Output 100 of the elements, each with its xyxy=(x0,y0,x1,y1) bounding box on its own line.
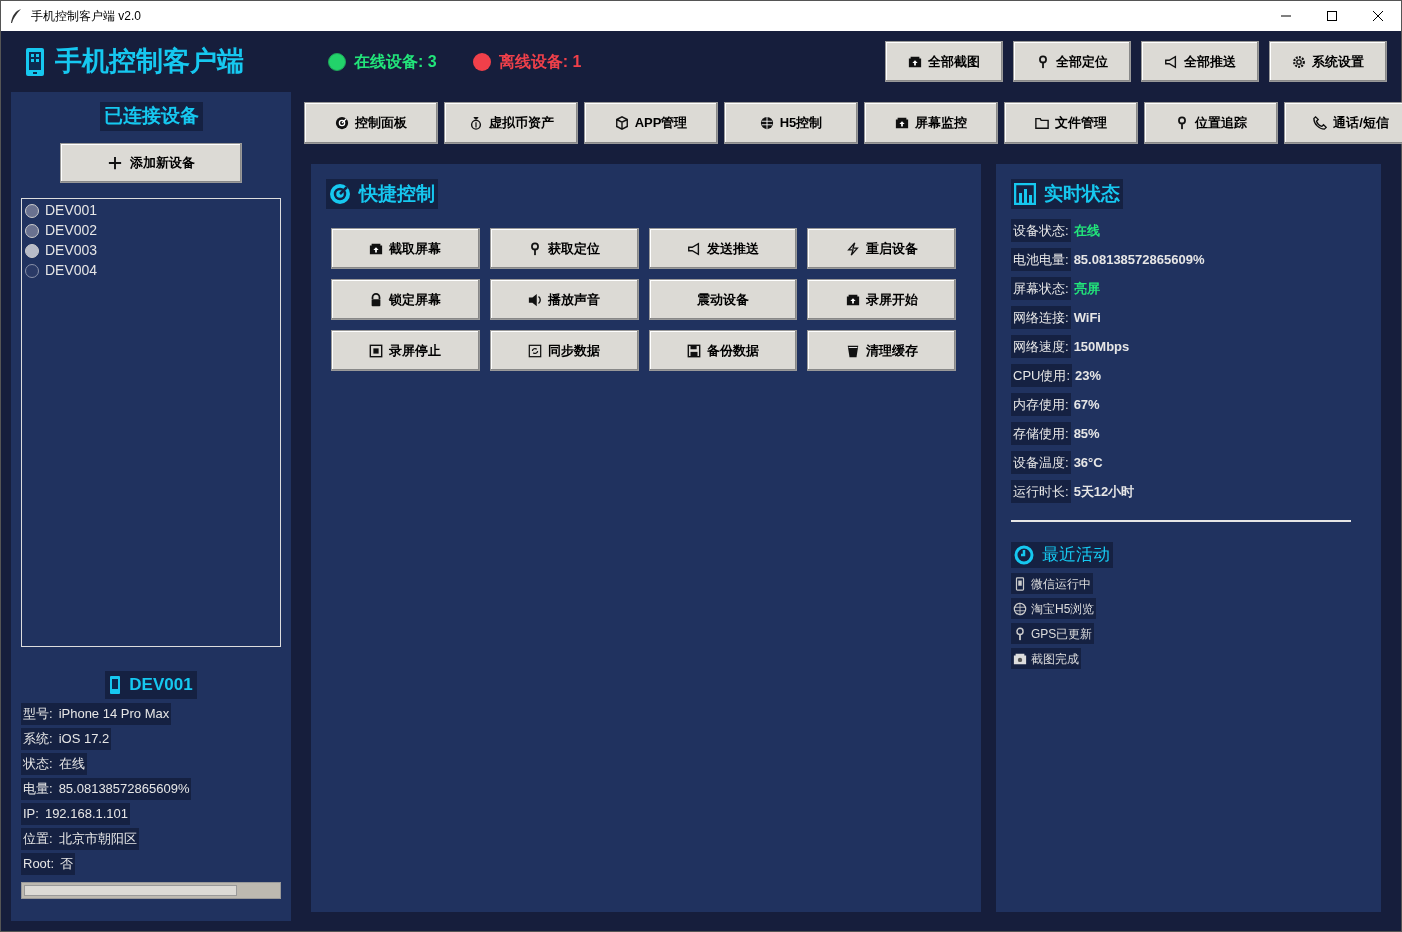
activity-text: 淘宝H5浏览 xyxy=(1031,600,1095,618)
trash-icon xyxy=(845,343,860,358)
feather-icon xyxy=(9,8,23,24)
action-button[interactable]: 锁定屏幕 xyxy=(331,279,480,320)
info-label: 型号: xyxy=(23,704,53,723)
camera-icon xyxy=(845,292,860,307)
radio-button[interactable] xyxy=(25,223,39,238)
camera-icon xyxy=(895,116,909,130)
radio-button[interactable] xyxy=(25,203,39,218)
info-label: Root: xyxy=(23,854,55,873)
clock-icon xyxy=(1014,545,1034,565)
app-title: 手机控制客户端 xyxy=(55,45,244,79)
tab-button[interactable]: 位置追踪 xyxy=(1144,102,1278,144)
status-label: 设备状态: xyxy=(1011,219,1071,242)
action-button[interactable]: 截取屏幕 xyxy=(331,228,480,269)
action-button[interactable]: 清理缓存 xyxy=(807,330,956,371)
megaphone-icon xyxy=(1164,54,1178,69)
info-value: 北京市朝阳区 xyxy=(58,829,137,848)
activity-text: 截图完成 xyxy=(1031,650,1079,668)
section-title: 实时状态 xyxy=(1044,181,1120,206)
device-title: DEV001 xyxy=(129,673,193,696)
action-button[interactable]: 震动设备 xyxy=(648,279,798,320)
action-button[interactable]: 录屏停止 xyxy=(331,330,480,371)
tab-button[interactable]: 文件管理 xyxy=(1004,102,1138,144)
info-value: 85.08138572865609% xyxy=(58,779,190,798)
info-value: iPhone 14 Pro Max xyxy=(58,704,170,723)
camera-icon xyxy=(1013,651,1027,666)
mobile-phone-icon xyxy=(1013,576,1027,591)
toolbar-button[interactable]: 全部推送 xyxy=(1141,41,1259,82)
sync-icon xyxy=(528,343,543,358)
camera-icon xyxy=(369,241,384,256)
online-count: 在线设备: 3 xyxy=(354,51,437,72)
status-value: 67% xyxy=(1073,395,1100,414)
tab-button[interactable]: APP管理 xyxy=(584,102,718,144)
gauge-icon xyxy=(335,116,349,130)
settings-icon xyxy=(1292,54,1306,69)
add-device-button[interactable]: 添加新设备 xyxy=(60,142,242,183)
status-value: WiFi xyxy=(1073,308,1101,327)
status-value: 亮屏 xyxy=(1073,279,1100,298)
device-name[interactable]: DEV002 xyxy=(45,220,98,241)
radio-button[interactable] xyxy=(25,243,39,258)
action-button[interactable]: 播放声音 xyxy=(489,279,639,320)
speaker-icon xyxy=(528,292,543,307)
section-title: 最近活动 xyxy=(1042,544,1110,567)
status-value: 36°C xyxy=(1073,453,1103,472)
status-value: 85.08138572865609% xyxy=(1073,250,1205,269)
lightning-icon xyxy=(845,241,860,256)
activity-text: 微信运行中 xyxy=(1031,575,1091,593)
box-icon xyxy=(614,116,629,130)
offline-count: 离线设备: 1 xyxy=(498,51,582,72)
status-label: CPU使用: xyxy=(1011,364,1073,387)
action-button[interactable]: 备份数据 xyxy=(648,330,798,371)
bar-chart-icon xyxy=(1014,183,1036,205)
globe-icon xyxy=(1013,601,1027,616)
device-name[interactable]: DEV001 xyxy=(45,200,98,221)
tab-button[interactable]: 屏幕监控 xyxy=(864,102,998,144)
globe-icon xyxy=(759,116,774,130)
action-button[interactable]: 重启设备 xyxy=(807,228,956,269)
action-button[interactable]: 录屏开始 xyxy=(807,279,956,320)
action-button[interactable]: 获取定位 xyxy=(489,228,639,269)
toolbar-button[interactable]: 全部定位 xyxy=(1013,41,1131,82)
stop-icon xyxy=(369,343,384,358)
status-label: 内存使用: xyxy=(1011,393,1071,416)
info-label: IP: xyxy=(23,804,39,823)
info-value: 否 xyxy=(60,854,74,873)
close-icon[interactable] xyxy=(1373,11,1383,21)
info-label: 位置: xyxy=(23,829,53,848)
device-name[interactable]: DEV004 xyxy=(45,260,98,281)
info-label: 系统: xyxy=(23,729,53,748)
camera-icon xyxy=(908,54,922,69)
toolbar-button[interactable]: 全部截图 xyxy=(885,41,1003,82)
status-label: 网络连接: xyxy=(1011,306,1071,329)
plus-icon xyxy=(107,155,122,170)
tab-button[interactable]: 控制面板 xyxy=(304,102,438,144)
status-value: 5天12小时 xyxy=(1073,482,1135,501)
action-button[interactable]: 发送推送 xyxy=(648,228,798,269)
status-label: 屏幕状态: xyxy=(1011,277,1071,300)
megaphone-icon xyxy=(686,241,701,256)
mobile-phone-icon xyxy=(109,675,122,694)
status-value: 23% xyxy=(1075,366,1102,385)
info-value: iOS 17.2 xyxy=(58,729,110,748)
gauge-icon xyxy=(329,183,351,205)
status-label: 设备温度: xyxy=(1011,451,1071,474)
window-title: 手机控制客户端 v2.0 xyxy=(31,8,141,25)
tab-button[interactable]: H5控制 xyxy=(724,102,858,144)
info-label: 电量: xyxy=(23,779,53,798)
section-title: 快捷控制 xyxy=(359,181,435,206)
status-value: 85% xyxy=(1073,424,1100,443)
action-button[interactable]: 同步数据 xyxy=(489,330,639,371)
radio-button[interactable] xyxy=(25,263,39,278)
tab-button[interactable]: 虚拟币资产 xyxy=(444,102,578,144)
phone-icon xyxy=(1313,116,1328,130)
tab-button[interactable]: 通话/短信 xyxy=(1284,102,1402,144)
status-label: 电池电量: xyxy=(1011,248,1071,271)
device-name[interactable]: DEV003 xyxy=(45,240,98,261)
pin-icon xyxy=(1036,54,1050,69)
maximize-icon[interactable] xyxy=(1327,11,1337,21)
mobile-phone-icon xyxy=(23,46,47,77)
folder-icon xyxy=(1035,116,1049,130)
toolbar-button[interactable]: 系统设置 xyxy=(1269,41,1387,82)
